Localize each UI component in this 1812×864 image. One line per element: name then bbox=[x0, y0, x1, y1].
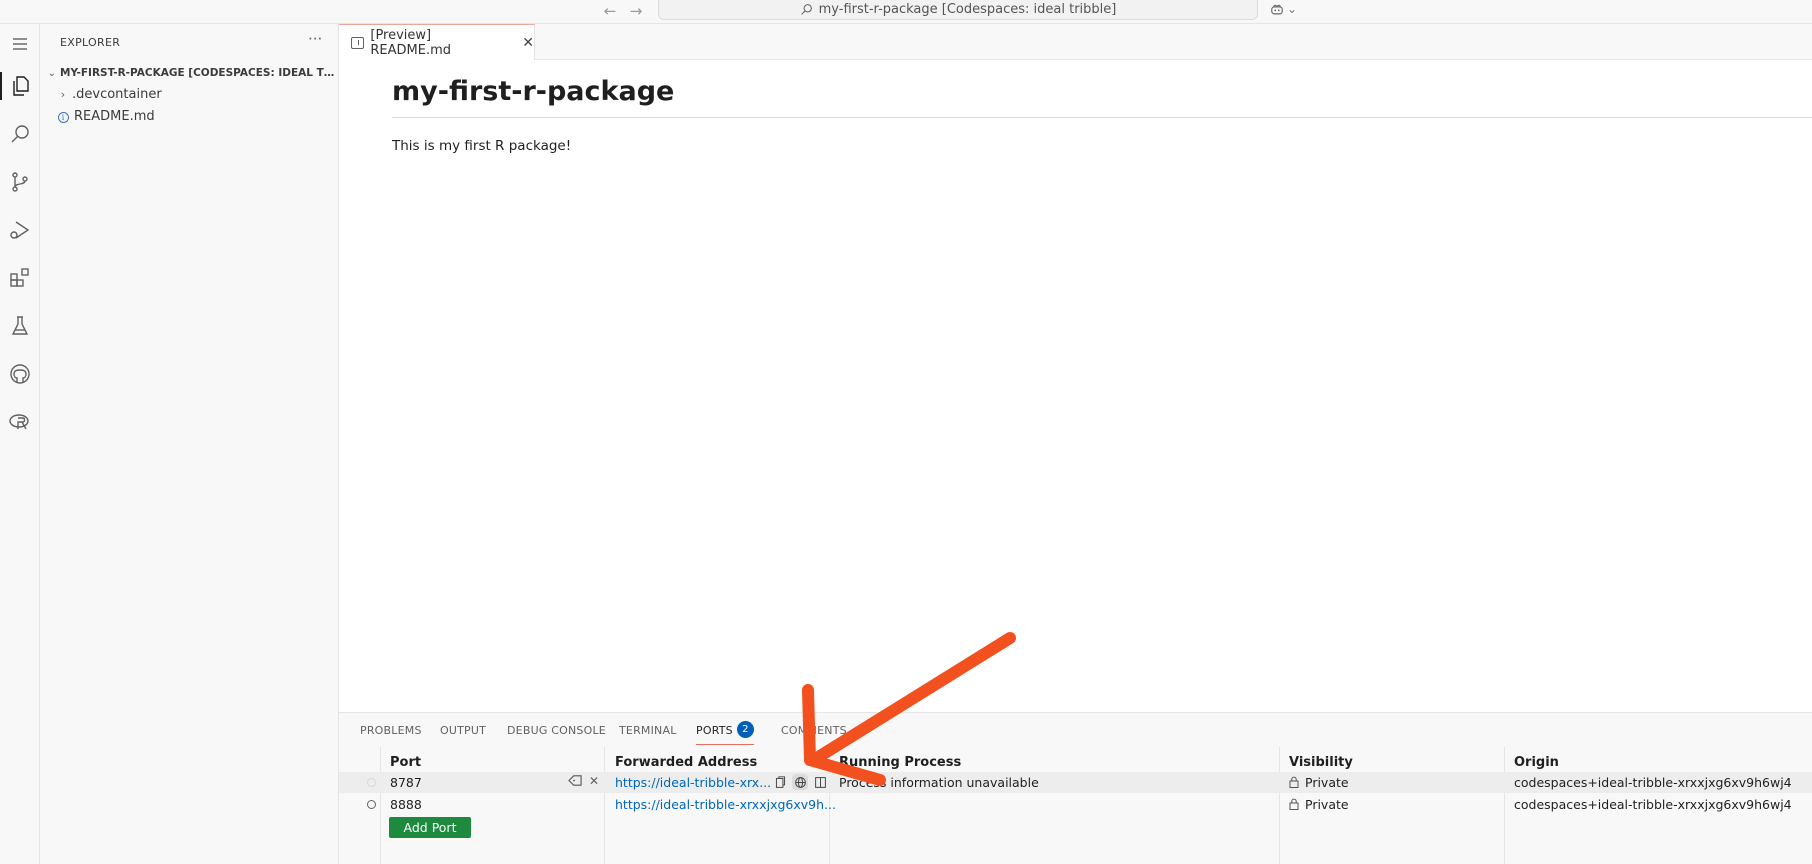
arrow-left-icon[interactable]: ← bbox=[600, 2, 620, 20]
explorer-icon[interactable] bbox=[0, 70, 36, 102]
running-process: Process information unavailable bbox=[839, 775, 1039, 790]
tree-item-readme[interactable]: i README.md bbox=[54, 105, 155, 127]
ports-count-badge: 2 bbox=[736, 721, 754, 738]
tag-icon[interactable] bbox=[568, 774, 583, 791]
tree-item-label: README.md bbox=[74, 108, 155, 124]
title-bar: ← → my-first-r-package [Codespaces: idea… bbox=[0, 0, 1812, 24]
preview-icon bbox=[351, 36, 365, 49]
column-header-port[interactable]: Port bbox=[390, 755, 421, 770]
search-icon[interactable] bbox=[4, 118, 36, 150]
sidebar-title: EXPLORER bbox=[60, 36, 121, 49]
close-icon[interactable]: ✕ bbox=[522, 35, 534, 51]
chevron-down-icon: ⌄ bbox=[1287, 2, 1298, 16]
tab-label: [Preview] README.md bbox=[370, 27, 452, 58]
globe-icon[interactable] bbox=[792, 774, 808, 790]
table-row[interactable]: 8787 ✕ https://ideal-tribble-xrx... Proc… bbox=[339, 772, 1812, 793]
forwarded-address-link[interactable]: https://ideal-tribble-xrxxjxg6xv9h... bbox=[615, 797, 836, 812]
table-row[interactable]: 8888 https://ideal-tribble-xrxxjxg6xv9h.… bbox=[339, 794, 1812, 815]
column-header-forwarded-address[interactable]: Forwarded Address bbox=[615, 755, 757, 770]
preview-in-editor-icon[interactable] bbox=[812, 774, 828, 790]
search-icon bbox=[800, 4, 812, 15]
tab-problems[interactable]: PROBLEMS bbox=[360, 724, 422, 737]
command-center-label: my-first-r-package [Codespaces: ideal tr… bbox=[818, 2, 1117, 17]
menu-icon[interactable] bbox=[4, 28, 36, 60]
arrow-right-icon[interactable]: → bbox=[626, 2, 646, 20]
lock-icon bbox=[1289, 776, 1299, 788]
tab-ports[interactable]: PORTS 2 bbox=[696, 721, 754, 745]
copilot-icon bbox=[1271, 4, 1283, 14]
visibility-value[interactable]: Private bbox=[1305, 775, 1349, 790]
chevron-down-icon: ⌄ bbox=[47, 67, 56, 79]
testing-icon[interactable] bbox=[4, 310, 36, 342]
editor-area: [Preview] README.md ✕ my-first-r-package… bbox=[339, 24, 1812, 712]
r-icon[interactable] bbox=[4, 406, 36, 438]
copy-address-icon[interactable] bbox=[772, 774, 788, 790]
port-status-icon bbox=[367, 800, 376, 809]
tab-output[interactable]: OUTPUT bbox=[440, 724, 486, 737]
origin-value: codespaces+ideal-tribble-xrxxjxg6xv9h6wj… bbox=[1514, 775, 1792, 790]
tab-readme-preview[interactable]: [Preview] README.md ✕ bbox=[339, 24, 535, 60]
port-number: 8888 bbox=[390, 797, 422, 812]
column-header-origin[interactable]: Origin bbox=[1514, 755, 1559, 770]
forwarded-address-link[interactable]: https://ideal-tribble-xrx... bbox=[615, 775, 771, 790]
heading-divider bbox=[392, 117, 1812, 118]
workspace-folder-header[interactable]: ⌄ MY-FIRST-R-PACKAGE [CODESPACES: IDEAL … bbox=[40, 62, 339, 84]
extensions-icon[interactable] bbox=[4, 262, 36, 294]
tree-item-devcontainer[interactable]: › .devcontainer bbox=[54, 83, 162, 105]
tree-item-label: .devcontainer bbox=[72, 86, 162, 102]
close-icon[interactable]: ✕ bbox=[589, 774, 599, 788]
info-icon: i bbox=[57, 111, 69, 123]
copilot-menu[interactable]: ⌄ bbox=[1270, 2, 1297, 16]
run-debug-icon[interactable] bbox=[4, 214, 36, 246]
ports-table: Port Forwarded Address Running Process V… bbox=[339, 747, 1812, 864]
lock-icon bbox=[1289, 798, 1299, 810]
tab-ports-label: PORTS bbox=[696, 724, 733, 737]
port-number: 8787 bbox=[390, 775, 422, 790]
explorer-sidebar: EXPLORER ··· ⌄ MY-FIRST-R-PACKAGE [CODES… bbox=[40, 24, 339, 864]
tab-debug-console[interactable]: DEBUG CONSOLE bbox=[507, 724, 606, 737]
github-icon[interactable] bbox=[4, 358, 36, 390]
workspace-folder-title: MY-FIRST-R-PACKAGE [CODESPACES: IDEAL TR… bbox=[60, 67, 336, 79]
panel-tab-bar: PROBLEMS OUTPUT DEBUG CONSOLE TERMINAL P… bbox=[339, 713, 1812, 747]
add-port-button[interactable]: Add Port bbox=[389, 817, 471, 838]
more-actions-icon[interactable]: ··· bbox=[308, 30, 322, 48]
source-control-icon[interactable] bbox=[4, 166, 36, 198]
column-header-visibility[interactable]: Visibility bbox=[1289, 755, 1353, 770]
tab-comments[interactable]: COMMENTS bbox=[781, 724, 847, 737]
tab-terminal[interactable]: TERMINAL bbox=[619, 724, 677, 737]
activity-bar bbox=[0, 24, 40, 864]
visibility-value[interactable]: Private bbox=[1305, 797, 1349, 812]
editor-tab-bar: [Preview] README.md ✕ bbox=[339, 24, 1812, 60]
origin-value: codespaces+ideal-tribble-xrxxjxg6xv9h6wj… bbox=[1514, 797, 1792, 812]
command-center[interactable]: my-first-r-package [Codespaces: ideal tr… bbox=[658, 0, 1258, 20]
markdown-paragraph: This is my first R package! bbox=[392, 138, 572, 154]
chevron-right-icon: › bbox=[60, 87, 66, 101]
port-status-icon bbox=[367, 778, 376, 787]
markdown-heading: my-first-r-package bbox=[392, 76, 675, 107]
column-header-running-process[interactable]: Running Process bbox=[839, 755, 961, 770]
bottom-panel: PROBLEMS OUTPUT DEBUG CONSOLE TERMINAL P… bbox=[339, 712, 1812, 864]
